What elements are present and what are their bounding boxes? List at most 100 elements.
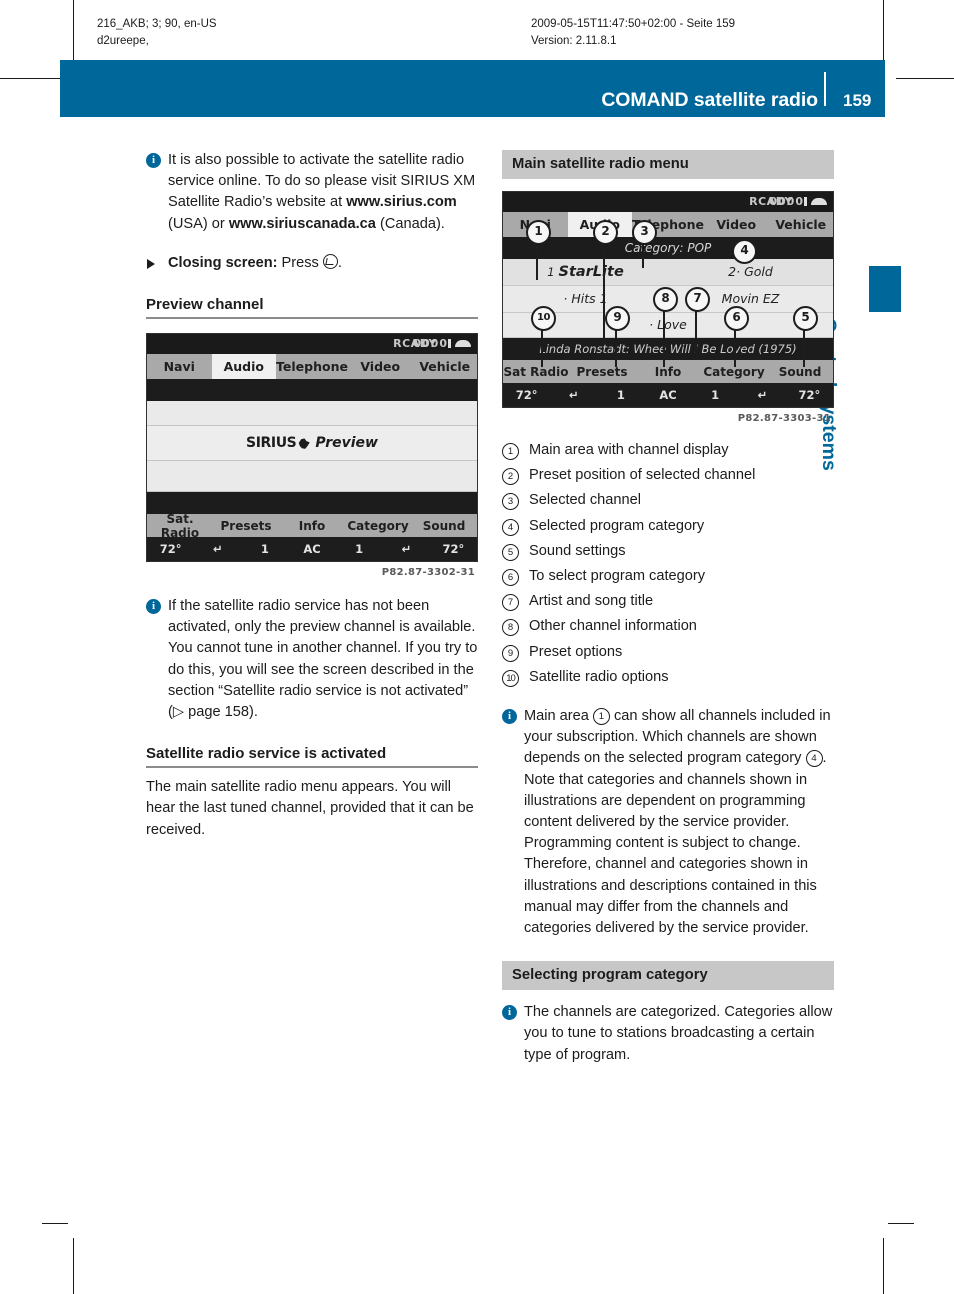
climate-ac-indicator: AC xyxy=(659,388,677,402)
heading-service-activated: Satellite radio service is activated xyxy=(146,745,478,769)
legend-item-9: 9 Preset options xyxy=(502,640,834,665)
preview-menu-item-telephone[interactable]: Telephone xyxy=(276,359,348,374)
right-column: Main satellite radio menu RCADY 0000 Nav… xyxy=(502,150,834,1066)
preview-status-bar: RCADY 0000 xyxy=(147,334,477,355)
mm-preset-right: 2· Gold xyxy=(728,264,773,279)
legend-number-3: 3 xyxy=(502,493,519,511)
left-column: It is also possible to activate the sate… xyxy=(146,150,478,841)
mm-menu-item-vehicle[interactable]: Vehicle xyxy=(768,217,833,232)
page-number: 159 xyxy=(843,91,872,110)
note-main-area-part1: Main area xyxy=(524,708,593,725)
softkey-sat-radio[interactable]: Sat. Radio xyxy=(147,512,213,540)
callout-8: 8 xyxy=(653,287,678,312)
legend-text-7: Artist and song title xyxy=(529,593,654,610)
heading-main-satellite-radio-menu: Main satellite radio menu xyxy=(502,150,834,179)
leader-line-4 xyxy=(706,249,734,251)
step-closing-screen-label: Closing screen: xyxy=(168,254,278,271)
legend-text-8: Other channel information xyxy=(529,618,697,635)
legend-item-6: 6 To select program category xyxy=(502,564,834,589)
legend-text-5: Sound settings xyxy=(529,542,626,559)
softkey-info[interactable]: Info xyxy=(279,519,345,533)
step-closing-screen-trailing: . xyxy=(337,254,342,271)
climate-temp-right: 72° xyxy=(442,542,465,557)
sirius-brand-text: SIRIUS xyxy=(246,435,297,452)
softkey-info[interactable]: Info xyxy=(635,365,701,379)
softkey-sound[interactable]: Sound xyxy=(411,519,477,533)
climate-airflow-right: ↵ xyxy=(401,542,412,557)
print-meta-left-line1: 216_AKB; 3; 90, en-US xyxy=(97,18,217,30)
inline-ref-1: 1 xyxy=(592,708,610,726)
mm-channel-row-selected: 1 StarLite 2· Gold xyxy=(503,259,833,286)
callout-6: 6 xyxy=(724,306,749,331)
legend-text-9: Preset options xyxy=(529,643,623,660)
note-main-area-para3: Therefore, channel and categories shown … xyxy=(524,856,817,937)
climate-temp-left: 72° xyxy=(515,388,538,402)
climate-fan-left: 1 xyxy=(616,388,625,402)
preview-menu-item-vehicle[interactable]: Vehicle xyxy=(412,359,477,374)
callout-10: 10 xyxy=(531,306,556,331)
softkey-sound[interactable]: Sound xyxy=(767,365,833,379)
legend-number-2: 2 xyxy=(502,468,519,486)
mm-artist-song-line: Linda Ronstadt: Whee Will I Be Loved (19… xyxy=(503,338,833,360)
inline-ref-4: 4 xyxy=(805,750,823,768)
mm-status-bar: RCADY 0000 xyxy=(503,192,833,212)
preview-menu-item-navi[interactable]: Navi xyxy=(147,359,212,374)
climate-airflow-left: ↵ xyxy=(568,388,579,402)
leader-line-1 xyxy=(536,240,538,280)
callout-5: 5 xyxy=(793,306,818,331)
callout-9: 9 xyxy=(605,306,630,331)
crop-mark-bottom-right-vertical xyxy=(883,1238,884,1294)
callout-2: 2 xyxy=(593,220,618,245)
signal-bar-icon xyxy=(448,339,451,349)
crop-mark-bottom-left-vertical xyxy=(73,1238,74,1294)
softkey-presets[interactable]: Presets xyxy=(213,519,279,533)
legend-text-1: Main area with channel display xyxy=(529,442,729,458)
link-sirius-usa: www.sirius.com xyxy=(346,194,457,211)
climate-temp-right: 72° xyxy=(798,388,821,402)
sirius-dog-logo-icon xyxy=(298,438,310,449)
legend-item-8: 8 Other channel information xyxy=(502,614,834,639)
mm-category-line: Category: POP xyxy=(503,237,833,259)
softkey-presets[interactable]: Presets xyxy=(569,365,635,379)
legend-item-7: 7 Artist and song title xyxy=(502,589,834,614)
info-icon xyxy=(146,153,161,168)
preview-figure-caption: P82.87-3302-31 xyxy=(381,567,475,579)
legend-item-2: 2 Preset position of selected channel xyxy=(502,463,834,488)
chapter-tab-marker xyxy=(869,266,901,312)
info-icon xyxy=(502,1005,517,1021)
preview-channel-label: SIRIUS Preview xyxy=(147,426,477,462)
info-icon xyxy=(502,709,517,725)
note-activate-online: It is also possible to activate the sate… xyxy=(146,150,478,235)
note-categories: The channels are categorized. Categories… xyxy=(502,1002,834,1066)
note-activate-online-text3: (Canada). xyxy=(375,215,445,232)
legend-number-4: 4 xyxy=(502,518,519,536)
softkey-sat-radio[interactable]: Sat Radio xyxy=(503,365,569,379)
preview-empty-row-1 xyxy=(147,401,477,427)
mm-menu-item-video[interactable]: Video xyxy=(704,217,769,232)
crop-mark-top-right-horizontal xyxy=(896,78,954,79)
preview-spacer-dark-top xyxy=(147,379,477,402)
note-activate-online-text2: (USA) or xyxy=(168,215,229,232)
note-service-not-activated-text: If the satellite radio service has not b… xyxy=(168,598,478,721)
mm-signal-digits: 0000 xyxy=(769,195,804,208)
softkey-category[interactable]: Category xyxy=(345,519,411,533)
preview-softkey-bar: Sat. Radio Presets Info Category Sound xyxy=(147,512,477,540)
heading-selecting-program-category: Selecting program category xyxy=(502,961,834,991)
legend-number-8: 8 xyxy=(502,619,519,637)
legend-number-7: 7 xyxy=(502,594,519,612)
legend-text-4: Selected program category xyxy=(529,517,705,534)
print-meta-left: 216_AKB; 3; 90, en-US d2ureepe, xyxy=(97,16,217,50)
legend-number-5: 5 xyxy=(502,543,519,561)
legend-number-1: 1 xyxy=(502,443,519,460)
preview-menu-item-audio[interactable]: Audio xyxy=(211,354,277,380)
note-service-not-activated: If the satellite radio service has not b… xyxy=(146,596,478,723)
climate-airflow-left: ↵ xyxy=(212,542,223,557)
climate-ac-indicator: AC xyxy=(303,542,321,557)
legend-number-10: 10 xyxy=(502,669,519,687)
legend-text-10: Satellite radio options xyxy=(529,668,669,685)
preview-word: Preview xyxy=(315,435,378,452)
mm-row2-left: · Hits 1 xyxy=(563,291,608,306)
phone-icon xyxy=(455,340,471,348)
legend-item-10: 10 Satellite radio options xyxy=(502,665,834,690)
preview-menu-item-video[interactable]: Video xyxy=(348,359,413,374)
